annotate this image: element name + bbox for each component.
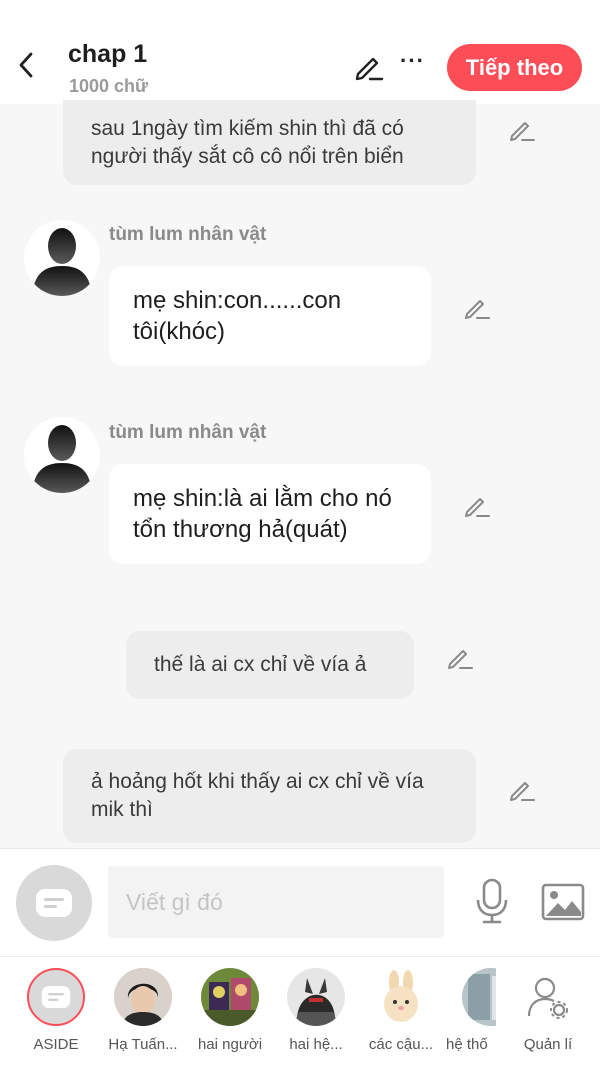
character-chip[interactable]: các cậu... (361, 968, 441, 1053)
edit-message-icon[interactable] (508, 116, 536, 144)
message-text: mẹ shin:con......con tôi(khóc) (133, 287, 342, 345)
chevron-left-icon (19, 52, 33, 78)
microphone-icon[interactable] (474, 878, 510, 924)
character-chip-label: hai hệ... (289, 1036, 343, 1053)
top-bar: chap 1 1000 chữ ··· Tiếp theo (0, 0, 600, 104)
edit-message-icon[interactable] (463, 294, 491, 322)
character-message[interactable]: mẹ shin:là ai lằm cho nó tổn thương hả(q… (109, 464, 431, 564)
aside-toggle-button[interactable] (16, 865, 92, 941)
edit-title-button[interactable] (354, 52, 384, 82)
character-chip-label: ASIDE (33, 1036, 79, 1053)
character-chip-aside[interactable]: ASIDE (16, 968, 96, 1053)
character-name: tùm lum nhân vật (109, 224, 267, 245)
silhouette-icon (32, 425, 92, 493)
character-avatar (287, 968, 345, 1026)
chapter-title: chap 1 (68, 40, 148, 68)
character-avatar (114, 968, 172, 1026)
user-settings-icon (519, 968, 577, 1026)
character-avatar[interactable] (24, 220, 100, 296)
edit-message-icon[interactable] (508, 776, 536, 804)
character-chip-label: Hạ Tuấn... (108, 1036, 178, 1053)
character-avatar (462, 968, 496, 1026)
message-text: mẹ shin:là ai lằm cho nó tổn thương hả(q… (133, 485, 392, 543)
character-name: tùm lum nhân vật (109, 422, 267, 443)
back-button[interactable] (14, 50, 38, 80)
more-options-button[interactable]: ··· (400, 50, 426, 78)
edit-message-icon[interactable] (446, 644, 474, 672)
narration-text: ả hoảng hốt khi thấy ai cx chỉ về vía mi… (91, 770, 424, 821)
message-box-icon (36, 889, 72, 917)
character-chip-label: hệ thố (446, 1036, 488, 1053)
narration-message[interactable]: ả hoảng hốt khi thấy ai cx chỉ về vía mi… (63, 749, 476, 843)
character-chip-label: Quản lí (523, 1036, 573, 1053)
edit-message-icon[interactable] (463, 492, 491, 520)
aside-icon (27, 968, 85, 1026)
character-chip-label: các cậu... (368, 1036, 434, 1053)
character-avatar (201, 968, 259, 1026)
character-chip[interactable]: hai hệ... (276, 968, 356, 1053)
character-message[interactable]: mẹ shin:con......con tôi(khóc) (109, 266, 431, 366)
next-button[interactable]: Tiếp theo (447, 44, 582, 91)
character-chip[interactable]: hai người (190, 968, 270, 1053)
character-avatar[interactable] (24, 417, 100, 493)
character-chip[interactable]: hệ thố (436, 968, 496, 1053)
narration-message[interactable]: thế là ai cx chỉ về vía ả (126, 631, 414, 699)
manage-characters-button[interactable]: Quản lí (508, 968, 588, 1053)
narration-text: sau 1ngày tìm kiếm shin thì đã có người … (91, 116, 404, 168)
narration-text: thế là ai cx chỉ về vía ả (154, 653, 367, 676)
character-chip[interactable]: Hạ Tuấn... (103, 968, 183, 1053)
message-input[interactable] (108, 866, 444, 938)
pencil-icon (355, 57, 384, 81)
character-avatar (372, 968, 430, 1026)
character-chip-label: hai người (197, 1036, 263, 1053)
narration-message[interactable]: sau 1ngày tìm kiếm shin thì đã có người … (63, 100, 476, 185)
image-icon[interactable] (541, 882, 585, 922)
word-count: 1000 chữ (69, 76, 149, 96)
silhouette-icon (32, 228, 92, 296)
